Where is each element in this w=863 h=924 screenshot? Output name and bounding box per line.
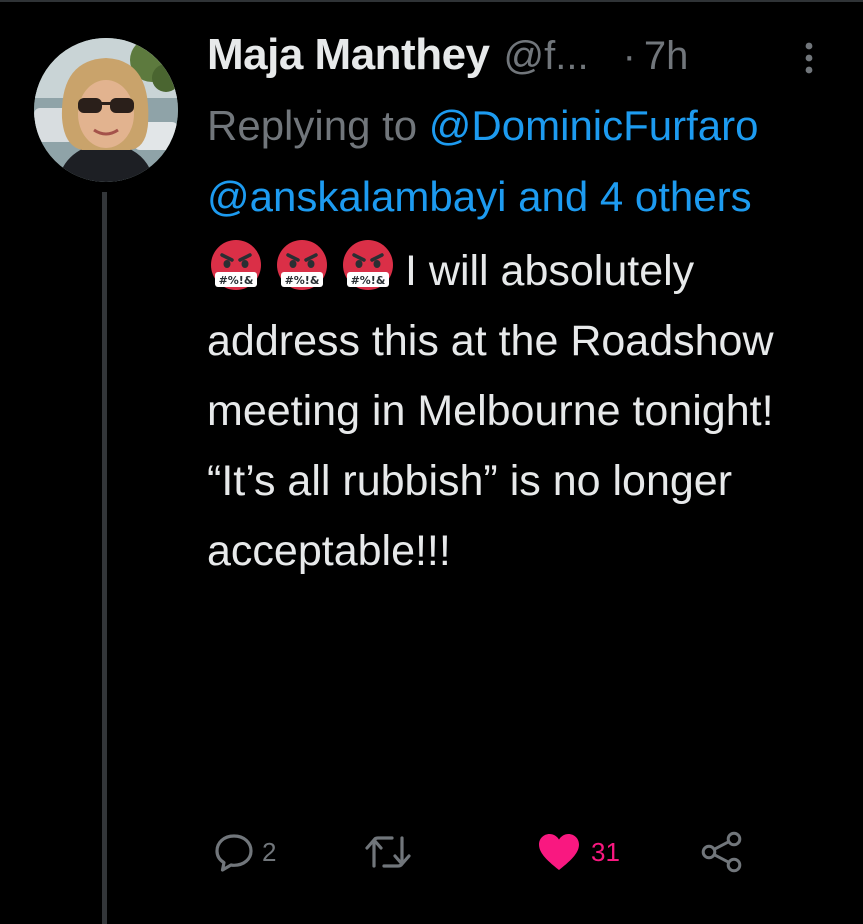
others-link[interactable]: 4 others [600,173,752,220]
share-button[interactable] [700,828,746,876]
like-count: 31 [591,836,620,867]
replying-to: Replying to @DominicFurfaro @anskalambayi… [207,90,837,232]
separator-dot: · [622,34,636,78]
heart-icon [539,834,579,870]
face-with-symbols-on-mouth-icon: #%!& [211,240,261,290]
retweet-icon [365,836,411,868]
replying-prefix: Replying to [207,102,429,149]
svg-text:#%!&: #%!& [351,274,386,287]
author-display-name[interactable]: Maja Manthey [207,30,490,80]
reply-icon [215,834,253,872]
tweet-content: Maja Manthey @f... · 7h Replying to @Dom… [207,30,837,586]
tweet-actions: 2 31 [212,828,772,876]
and-text: and [506,173,600,220]
thread-line [102,192,107,924]
reply-button[interactable]: 2 [212,828,276,876]
svg-text:#%!&: #%!& [285,274,320,287]
top-divider [0,0,863,2]
avatar[interactable] [34,38,178,182]
author-handle[interactable]: @f... [504,34,589,79]
mention-link[interactable]: @DominicFurfaro [429,102,759,149]
mention-link[interactable]: @anskalambayi [207,173,506,220]
like-button[interactable]: 31 [537,828,620,876]
tweet-body-text: I will absolutely address this at the Ro… [207,247,774,575]
profile-photo-icon [34,38,178,182]
reply-count: 2 [262,836,277,867]
share-icon [701,831,742,873]
tweet-header: Maja Manthey @f... · 7h [207,30,837,88]
tweet-body: #%!& #%!& #%!& I will absolutely address… [207,236,827,586]
retweet-button[interactable] [364,828,418,876]
face-with-symbols-on-mouth-icon: #%!& [343,240,393,290]
timestamp[interactable]: 7h [644,34,689,79]
face-with-symbols-on-mouth-icon: #%!& [277,240,327,290]
more-options-icon[interactable] [801,40,817,76]
svg-text:#%!&: #%!& [219,274,254,287]
